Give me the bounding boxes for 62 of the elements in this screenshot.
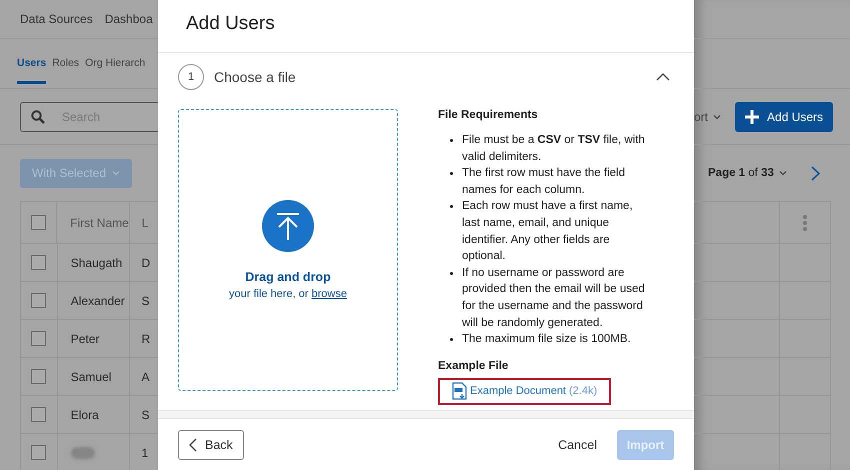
- table-cell: Elora: [70, 408, 99, 422]
- checkbox[interactable]: [31, 407, 46, 422]
- file-size: (2.4k): [569, 384, 598, 397]
- checkbox[interactable]: [31, 255, 46, 270]
- example-title: Example File: [438, 360, 510, 372]
- table-cell: A: [142, 370, 150, 384]
- caret-icon: [778, 170, 787, 176]
- requirement-text: Each row must have a first name, last name, email, and unique identifier. Any other fields are optional.: [462, 199, 634, 264]
- bullet-icon: [450, 205, 453, 208]
- nav-item[interactable]: Data Sources: [20, 12, 93, 26]
- step-number: 1: [178, 64, 204, 90]
- page-selector[interactable]: Page 1 of 33: [708, 167, 787, 179]
- table-cell: S: [142, 294, 150, 308]
- requirement-text: The maximum file size is 100MB.: [462, 332, 632, 348]
- caret-icon: [112, 170, 120, 176]
- requirement-text: The first row must have the field names for each column.: [462, 166, 626, 198]
- table-cell: D: [142, 256, 150, 270]
- checkbox[interactable]: [31, 331, 46, 346]
- chevron-icon[interactable]: [656, 73, 670, 81]
- bullet-icon: [450, 272, 453, 275]
- column-header[interactable]: First Name: [70, 216, 129, 230]
- browse-link[interactable]: browse: [312, 288, 347, 300]
- checkbox[interactable]: [31, 293, 46, 308]
- requirement-text: If no username or password are provided then the email will be used for the username and the password will be randomly generated.: [462, 266, 646, 331]
- search-icon: [31, 110, 45, 124]
- bullet-icon: [450, 338, 453, 342]
- upload-icon: [262, 200, 314, 252]
- checkbox[interactable]: [31, 369, 46, 384]
- step-title: Choose a file: [214, 69, 297, 85]
- checkbox[interactable]: [31, 445, 46, 460]
- bullet-icon: [450, 172, 453, 176]
- add-users-button[interactable]: Add Users: [735, 102, 834, 132]
- tab[interactable]: Org Hierarch: [85, 43, 146, 84]
- drop-heading: Drag and drop: [245, 270, 331, 284]
- tab[interactable]: Users: [17, 43, 46, 84]
- bullet-icon: [450, 139, 453, 142]
- back-button[interactable]: Back: [178, 430, 244, 460]
- table-cell: Peter: [70, 332, 100, 346]
- export-dropdown[interactable]: ort: [694, 110, 722, 124]
- plus-icon: [745, 110, 760, 124]
- table-cell: R: [142, 332, 150, 346]
- table-cell: Shaugath: [70, 256, 122, 270]
- example-link[interactable]: Example Document: [470, 384, 566, 397]
- drop-zone[interactable]: Drag and drop your file here, or browse: [178, 109, 398, 391]
- table-cell: S: [142, 408, 150, 422]
- dialog-title: Add Users: [186, 13, 275, 35]
- table-cell: Alexander: [70, 294, 125, 308]
- drop-text: your file here, or browse: [228, 288, 347, 300]
- chevron-left-icon: [189, 438, 197, 452]
- checkbox[interactable]: [31, 215, 46, 230]
- requirement-text: File must be a CSV or TSV file, with valid delimiters.: [462, 133, 646, 165]
- table-cell: 1: [142, 446, 148, 460]
- next-page-icon[interactable]: [810, 166, 820, 180]
- column-header[interactable]: L: [142, 216, 148, 230]
- document-icon: [452, 382, 467, 400]
- table-cell: Samuel: [70, 370, 112, 384]
- requirements-title: File Requirements: [438, 109, 539, 121]
- tab[interactable]: Roles: [52, 43, 80, 84]
- cancel-button[interactable]: Cancel: [558, 438, 597, 452]
- nav-item[interactable]: Dashboa: [104, 12, 153, 26]
- caret-icon: [713, 114, 722, 120]
- more-options-icon[interactable]: [803, 214, 808, 230]
